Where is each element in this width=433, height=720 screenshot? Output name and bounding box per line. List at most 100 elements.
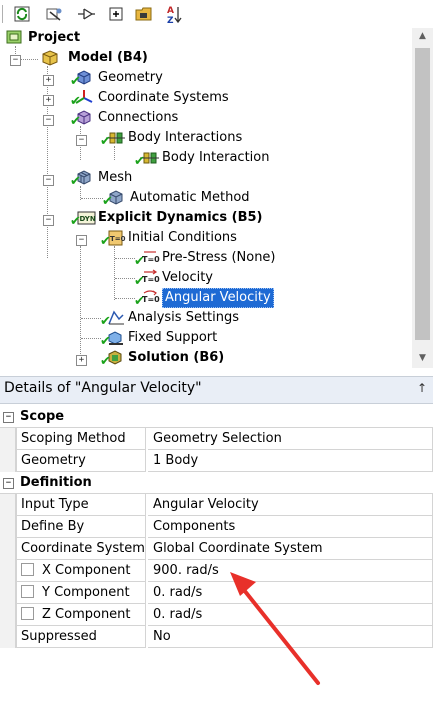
collapse-icon[interactable]: − <box>43 175 54 186</box>
tree-label: Model (B4) <box>68 50 148 65</box>
collapse-icon[interactable]: − <box>43 115 54 126</box>
collapse-icon[interactable]: − <box>76 135 87 146</box>
detail-row-define-by[interactable]: Define By Components <box>0 516 433 538</box>
parameter-checkbox[interactable] <box>21 607 34 620</box>
detail-row-y-component[interactable]: Y Component 0. rad/s <box>0 582 433 604</box>
scroll-down-icon[interactable]: ▼ <box>412 350 433 367</box>
property-value[interactable]: 1 Body <box>148 450 433 472</box>
tree-item-initial-conditions[interactable]: T=0 ✔ Initial Conditions <box>100 228 237 248</box>
detail-row-x-component[interactable]: X Component 900. rad/s <box>0 560 433 582</box>
tree-item-fixed-support[interactable]: ✔ Fixed Support <box>100 328 217 348</box>
tree-label: Fixed Support <box>128 330 218 345</box>
collapse-icon[interactable]: − <box>76 235 87 246</box>
tree-item-connections[interactable]: ✔ Connections <box>70 108 178 128</box>
tree-label: Mesh <box>98 170 133 185</box>
property-value[interactable]: 0. rad/s <box>148 582 433 604</box>
property-label: Input Type <box>16 494 146 516</box>
tree-connector <box>115 258 135 259</box>
method-icon: ✔ <box>102 189 126 208</box>
detail-row-geometry[interactable]: Geometry 1 Body <box>0 450 433 472</box>
collapse-icon[interactable]: − <box>3 478 14 489</box>
tree-connector <box>81 318 101 319</box>
tree-item-model[interactable]: Model (B4) <box>40 48 148 68</box>
tree-item-mesh[interactable]: ✔ Mesh <box>70 168 132 188</box>
node-graph-icon[interactable] <box>76 4 96 24</box>
property-value[interactable]: Geometry Selection <box>148 428 433 450</box>
check-icon: ✔ <box>70 114 81 129</box>
property-value[interactable]: Angular Velocity <box>148 494 433 516</box>
expand-icon[interactable]: + <box>43 95 54 106</box>
tree-item-explicit-dynamics[interactable]: DYN ✔ Explicit Dynamics (B5) <box>70 208 263 228</box>
expand-icon[interactable]: + <box>76 355 87 366</box>
tree-connector <box>115 298 135 299</box>
tree-connector <box>81 198 103 199</box>
detail-row-suppressed[interactable]: Suppressed No <box>0 626 433 648</box>
property-label: X Component <box>42 563 131 578</box>
coordinate-system-icon: ✔ <box>70 89 94 108</box>
svg-text:DYN: DYN <box>80 215 96 223</box>
tree-item-project[interactable]: Project <box>6 28 80 48</box>
check-icon: ✔ <box>100 134 111 149</box>
collapse-icon[interactable]: − <box>43 215 54 226</box>
tree-label: Geometry <box>98 70 163 85</box>
property-label-cell: Z Component <box>16 604 146 626</box>
sort-az-icon[interactable]: AZ <box>164 4 184 24</box>
expand-all-icon[interactable] <box>106 4 126 24</box>
tree-item-geometry[interactable]: ✔ Geometry <box>70 68 163 88</box>
property-value[interactable]: Global Coordinate System <box>148 538 433 560</box>
tree-item-automatic-method[interactable]: ✔ Automatic Method <box>102 188 250 208</box>
tree-item-pre-stress[interactable]: T=0 ✔ Pre-Stress (None) <box>134 248 276 268</box>
details-panel-header: Details of "Angular Velocity" ↑ <box>0 376 433 404</box>
tree-label: Pre-Stress (None) <box>162 250 276 265</box>
detail-row-coordinate-system[interactable]: Coordinate System Global Coordinate Syst… <box>0 538 433 560</box>
tree-label: Project <box>28 30 81 45</box>
folder-icon[interactable] <box>134 4 154 24</box>
tree-connector <box>114 246 115 300</box>
pin-icon[interactable]: ↑ <box>417 381 427 395</box>
row-indent <box>0 428 16 450</box>
tree-label: Analysis Settings <box>128 310 240 325</box>
check-icon: ✔ <box>134 154 145 169</box>
parameter-checkbox[interactable] <box>21 585 34 598</box>
property-value[interactable]: Components <box>148 516 433 538</box>
collapse-icon[interactable]: − <box>3 412 14 423</box>
tree-label: Coordinate Systems <box>98 90 229 105</box>
tree-scrollbar[interactable]: ▲ ▼ <box>412 28 433 368</box>
svg-text:A: A <box>167 6 174 16</box>
refresh-icon[interactable] <box>12 4 32 24</box>
detail-row-scoping-method[interactable]: Scoping Method Geometry Selection <box>0 428 433 450</box>
tree-item-coordinate-systems[interactable]: ✔ Coordinate Systems <box>70 88 229 108</box>
svg-text:Z: Z <box>167 16 174 24</box>
tree-label: Body Interaction <box>162 150 270 165</box>
expand-icon[interactable]: + <box>43 75 54 86</box>
property-value[interactable]: No <box>148 626 433 648</box>
tree-item-solution[interactable]: ✔ Solution (B6) <box>100 348 224 368</box>
tree-view-icon[interactable] <box>44 4 64 24</box>
collapse-icon[interactable]: − <box>10 55 21 66</box>
scrollbar-thumb[interactable] <box>415 48 430 340</box>
body-interactions-icon: ✔ <box>100 129 125 149</box>
scroll-up-icon[interactable]: ▲ <box>412 28 433 45</box>
tree-item-angular-velocity[interactable]: T=0 ✔ Angular Velocity <box>134 288 274 308</box>
row-indent <box>0 494 16 516</box>
fixed-support-icon: ✔ <box>100 329 124 348</box>
property-value[interactable]: 900. rad/s <box>148 560 433 582</box>
check-icon: ✔ <box>134 294 145 309</box>
row-indent <box>0 582 16 604</box>
tree-item-analysis-settings[interactable]: ✔ Analysis Settings <box>100 308 239 328</box>
velocity-icon: T=0 ✔ <box>134 269 160 289</box>
tree-item-velocity[interactable]: T=0 ✔ Velocity <box>134 268 213 288</box>
detail-row-input-type[interactable]: Input Type Angular Velocity <box>0 494 433 516</box>
detail-row-z-component[interactable]: Z Component 0. rad/s <box>0 604 433 626</box>
property-value[interactable]: 0. rad/s <box>148 604 433 626</box>
tree-label: Explicit Dynamics (B5) <box>98 210 263 225</box>
definition-group-header[interactable]: − Definition <box>0 472 433 494</box>
tree-connector <box>81 338 101 339</box>
tree-item-body-interaction[interactable]: ✔ Body Interaction <box>134 148 269 168</box>
check-icon: ✔ <box>134 274 145 289</box>
scope-group-header[interactable]: − Scope <box>0 406 433 428</box>
check-icon: ✔ <box>134 254 145 269</box>
tree-item-body-interactions[interactable]: ✔ Body Interactions <box>100 128 242 148</box>
parameter-checkbox[interactable] <box>21 563 34 576</box>
tree-label: Automatic Method <box>130 190 250 205</box>
